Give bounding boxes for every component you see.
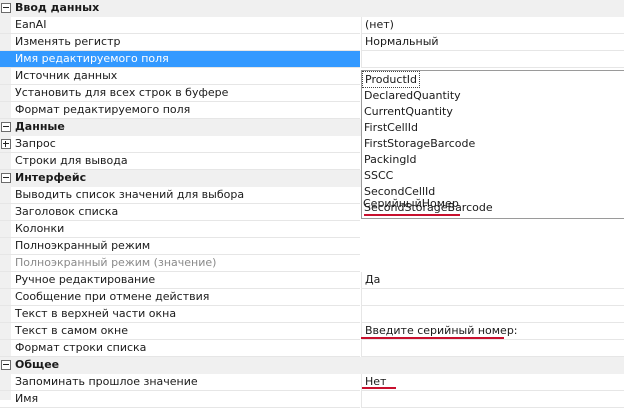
collapse-icon[interactable] — [1, 122, 11, 132]
prop-remember-last[interactable]: Запоминать прошлое значение Нет — [0, 374, 624, 391]
dropdown-option[interactable]: FirstCellId — [364, 120, 418, 135]
prop-value[interactable]: Нормальный — [365, 35, 439, 48]
dropdown-option[interactable]: DeclaredQuantity — [364, 88, 461, 103]
dropdown-option[interactable]: CurrentQuantity — [364, 104, 453, 119]
property-grid: Ввод данных EanAI (нет) Изменять регистр… — [0, 0, 624, 408]
prop-name: Ручное редактирование — [15, 273, 156, 286]
prop-name: Установить для всех строк в буфере — [15, 86, 229, 99]
prop-top-text[interactable]: Текст в верхней части окна — [0, 306, 624, 323]
section-label: Данные — [15, 120, 65, 133]
prop-list-row-format[interactable]: Формат строки списка — [0, 340, 624, 357]
prop-name: Выводить список значений для выбора — [15, 188, 245, 201]
prop-value[interactable]: (нет) — [365, 18, 394, 31]
section-label: Интерфейс — [15, 171, 87, 184]
prop-value[interactable]: Да — [365, 273, 380, 286]
prop-columns[interactable]: Колонки — [0, 221, 624, 238]
prop-name: Заголовок списка — [15, 205, 119, 218]
dropdown-option[interactable]: ProductId — [362, 71, 420, 88]
prop-name: Формат строки списка — [15, 341, 147, 354]
annotation-underline — [364, 214, 460, 216]
prop-name: Колонки — [15, 222, 65, 235]
prop-name: EanAI — [15, 18, 47, 31]
prop-name: Имя — [15, 392, 39, 405]
dropdown-option[interactable]: PackingId — [364, 152, 417, 167]
prop-name: Запрос — [15, 137, 56, 150]
section-general[interactable]: Общее — [0, 357, 624, 374]
expand-icon[interactable] — [1, 139, 11, 149]
prop-eanai[interactable]: EanAI (нет) — [0, 17, 624, 34]
prop-change-case[interactable]: Изменять регистр Нормальный — [0, 34, 624, 51]
prop-value[interactable]: Введите серийный номер: — [365, 324, 518, 337]
prop-fullscreen[interactable]: Полноэкранный режим — [0, 238, 624, 255]
annotation-underline — [361, 337, 504, 339]
section-data-input[interactable]: Ввод данных — [0, 0, 624, 17]
prop-name: Полноэкранный режим — [15, 239, 151, 252]
prop-name: Сообщение при отмене действия — [15, 290, 210, 303]
prop-window-text[interactable]: Текст в самом окне Введите серийный номе… — [0, 323, 624, 340]
prop-name: Имя редактируемого поля — [15, 52, 169, 65]
collapse-icon[interactable] — [1, 360, 11, 370]
prop-fullscreen-value: Полноэкранный режим (значение) — [0, 255, 624, 272]
annotation-underline — [362, 387, 396, 389]
prop-edit-field-name[interactable]: Имя редактируемого поля — [0, 51, 624, 68]
prop-cancel-message[interactable]: Сообщение при отмене действия — [0, 289, 624, 306]
prop-manual-edit[interactable]: Ручное редактирование Да — [0, 272, 624, 289]
prop-name: Запоминать прошлое значение — [15, 375, 198, 388]
prop-name: Изменять регистр — [15, 35, 121, 48]
collapse-icon[interactable] — [1, 3, 11, 13]
dropdown-option[interactable]: SSCC — [364, 168, 393, 183]
prop-name: Источник данных — [15, 69, 118, 82]
prop-name: Формат редактируемого поля — [15, 103, 191, 116]
prop-name: Полноэкранный режим (значение) — [15, 256, 217, 269]
prop-name: Строки для вывода — [15, 154, 128, 167]
dropdown-option[interactable]: FirstStorageBarcode — [364, 136, 475, 151]
section-label: Ввод данных — [15, 1, 100, 14]
dropdown-option-serial[interactable]: СерийныйНомер — [363, 197, 459, 210]
prop-name: Текст в верхней части окна — [15, 307, 177, 320]
collapse-icon[interactable] — [1, 173, 11, 183]
section-label: Общее — [15, 358, 60, 371]
prop-name: Текст в самом окне — [15, 324, 129, 337]
